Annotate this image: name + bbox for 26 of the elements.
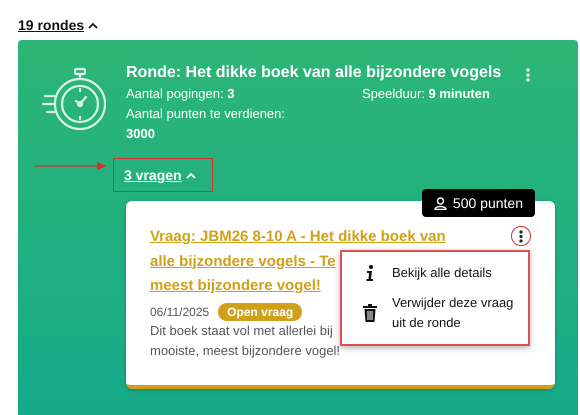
round-stat: Speelduur: 9 minuten bbox=[362, 86, 491, 101]
round-title: Ronde: Het dikke boek van alle bijzondere vogels bbox=[126, 64, 502, 82]
trash-icon bbox=[363, 304, 377, 322]
question-title-link[interactable]: meest bijzondere vogel! bbox=[150, 274, 321, 298]
info-icon bbox=[366, 264, 374, 282]
chevron-up-icon bbox=[88, 22, 98, 28]
question-description: Dit boek staat vol met allerlei bij bbox=[150, 322, 333, 340]
round-stat: Aantal pogingen: 3 bbox=[126, 86, 236, 101]
round-stat: Aantal punten te verdienen: 3000 bbox=[126, 105, 286, 143]
stopwatch-icon bbox=[42, 66, 108, 132]
menu-item[interactable]: Bekijk alle details bbox=[342, 258, 528, 288]
question-description: mooiste, meest bijzondere vogel! bbox=[150, 342, 340, 360]
questions-toggle[interactable]: 3 vragen bbox=[124, 167, 196, 183]
more-options-icon bbox=[526, 68, 530, 82]
more-options-icon bbox=[519, 230, 523, 242]
annotation-arrow bbox=[35, 162, 107, 170]
question-date: 06/11/2025 bbox=[150, 304, 210, 318]
rounds-toggle[interactable]: 19 rondes bbox=[18, 17, 98, 33]
person-icon bbox=[434, 196, 447, 210]
menu-item[interactable]: Verwijder deze vraag uit de ronde bbox=[342, 288, 528, 338]
chevron-up-icon bbox=[186, 172, 196, 178]
question-options-button[interactable] bbox=[511, 226, 531, 246]
question-type-tag: Open vraag bbox=[218, 302, 302, 320]
question-title-link[interactable]: Vraag: JBM26 8-10 A - Het dikke boek van bbox=[150, 225, 446, 250]
question-title-link[interactable]: alle bijzondere vogels - Te bbox=[150, 250, 336, 274]
points-label: 500 punten bbox=[452, 195, 523, 211]
